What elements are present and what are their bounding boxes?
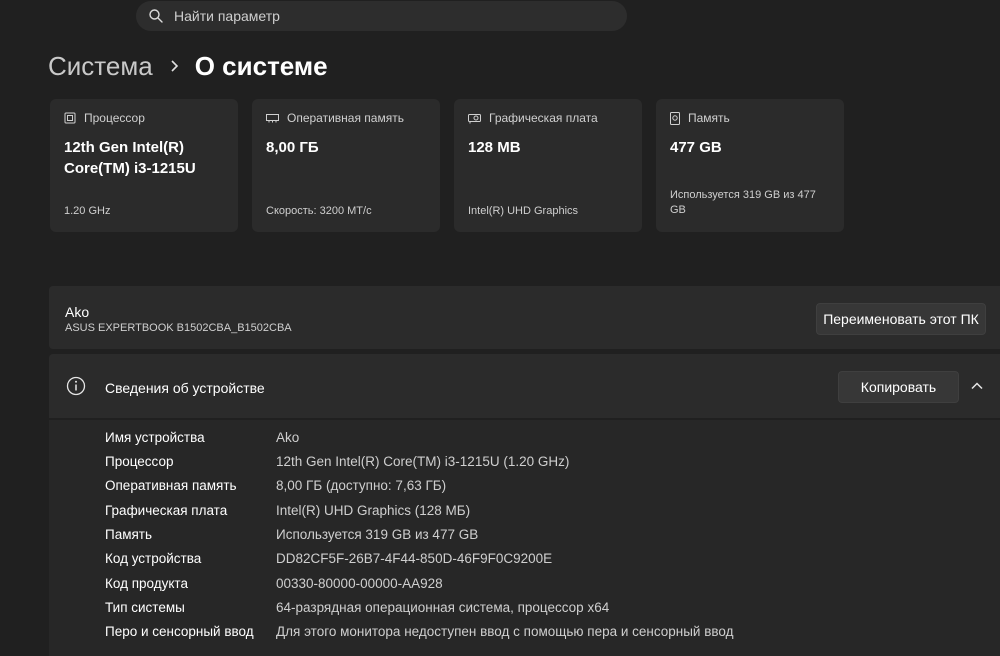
search-icon — [149, 9, 163, 23]
card-value: 128 MB — [468, 139, 521, 156]
breadcrumb-parent[interactable]: Система — [48, 51, 153, 82]
spec-row: Оперативная память 8,00 ГБ (доступно: 7,… — [105, 478, 446, 498]
storage-icon — [670, 111, 680, 125]
search-input[interactable] — [174, 1, 614, 31]
gpu-icon — [468, 113, 481, 123]
card-sub: Скорость: 3200 MT/с — [266, 205, 372, 217]
spec-row: Код устройства DD82CF5F-26B7-4F44-850D-4… — [105, 551, 552, 571]
spec-row: Процессор 12th Gen Intel(R) Core(TM) i3-… — [105, 454, 569, 474]
spec-row: Перо и сенсорный ввод Для этого монитора… — [105, 624, 734, 644]
spec-row: Код продукта 00330-80000-00000-AA928 — [105, 576, 443, 596]
spec-row: Графическая плата Intel(R) UHD Graphics … — [105, 503, 470, 523]
spec-key: Имя устройства — [105, 430, 205, 445]
device-details-header[interactable]: Сведения об устройстве Копировать — [49, 354, 1000, 418]
spec-key: Перо и сенсорный ввод — [105, 624, 254, 639]
spec-value: Используется 319 GB из 477 GB — [276, 527, 479, 542]
spec-value: 00330-80000-00000-AA928 — [276, 576, 443, 591]
pc-model: ASUS EXPERTBOOK B1502CBA_B1502CBA — [65, 322, 292, 334]
processor-icon — [64, 112, 76, 124]
spec-row: Тип системы 64-разрядная операционная си… — [105, 600, 609, 620]
spec-key: Код устройства — [105, 551, 202, 566]
spec-value: 64-разрядная операционная система, проце… — [276, 600, 610, 615]
device-details-title: Сведения об устройстве — [105, 380, 265, 396]
pc-name-row: Ako ASUS EXPERTBOOK B1502CBA_B1502CBA Пе… — [49, 286, 1000, 349]
card-label: Процессор — [84, 111, 145, 125]
spec-value: Ako — [276, 430, 300, 445]
card-processor: Процессор 12th Gen Intel(R) Core(TM) i3-… — [50, 99, 238, 232]
search-box[interactable] — [136, 1, 627, 31]
card-storage: Память 477 GB Используется 319 GB из 477… — [656, 99, 844, 232]
card-label: Графическая плата — [489, 111, 598, 125]
spec-key: Процессор — [105, 454, 174, 469]
spec-value: 8,00 ГБ (доступно: 7,63 ГБ) — [276, 478, 447, 493]
spec-key: Память — [105, 527, 153, 542]
device-details-list: Имя устройства Ako Процессор 12th Gen In… — [49, 420, 1000, 656]
spec-key: Тип системы — [105, 600, 185, 615]
card-sub: 1.20 GHz — [64, 205, 111, 217]
card-value: 8,00 ГБ — [266, 139, 319, 156]
card-sub: Intel(R) UHD Graphics — [468, 205, 579, 217]
spec-row: Память Используется 319 GB из 477 GB — [105, 527, 478, 547]
spec-value: 12th Gen Intel(R) Core(TM) i3-1215U (1.2… — [276, 454, 570, 469]
breadcrumb: Система О системе — [48, 48, 328, 84]
card-gpu: Графическая плата 128 MB Intel(R) UHD Gr… — [454, 99, 642, 232]
spec-key: Оперативная память — [105, 478, 237, 493]
copy-button[interactable]: Копировать — [838, 371, 959, 403]
memory-icon — [266, 114, 279, 123]
spec-value: Для этого монитора недоступен ввод с пом… — [276, 624, 734, 639]
pc-name: Ako — [65, 304, 90, 320]
chevron-right-icon — [171, 60, 178, 72]
spec-key: Код продукта — [105, 576, 188, 591]
spec-row: Имя устройства Ako — [105, 430, 299, 450]
card-memory: Оперативная память 8,00 ГБ Скорость: 320… — [252, 99, 440, 232]
rename-pc-button[interactable]: Переименовать этот ПК — [816, 303, 986, 335]
page-title: О системе — [194, 50, 328, 81]
spec-value: Intel(R) UHD Graphics (128 МБ) — [276, 503, 471, 518]
card-value: 12th Gen Intel(R) Core(TM) i3-1215U — [64, 139, 196, 177]
card-label: Оперативная память — [287, 111, 404, 125]
info-icon — [66, 376, 86, 396]
spec-value: DD82CF5F-26B7-4F44-850D-46F9F0C9200E — [276, 551, 553, 566]
chevron-up-icon[interactable] — [969, 378, 985, 394]
card-sub: Используется 319 GB из 477 GB — [670, 189, 816, 216]
spec-key: Графическая плата — [105, 503, 228, 518]
card-label: Память — [688, 111, 730, 125]
card-value: 477 GB — [670, 139, 722, 156]
